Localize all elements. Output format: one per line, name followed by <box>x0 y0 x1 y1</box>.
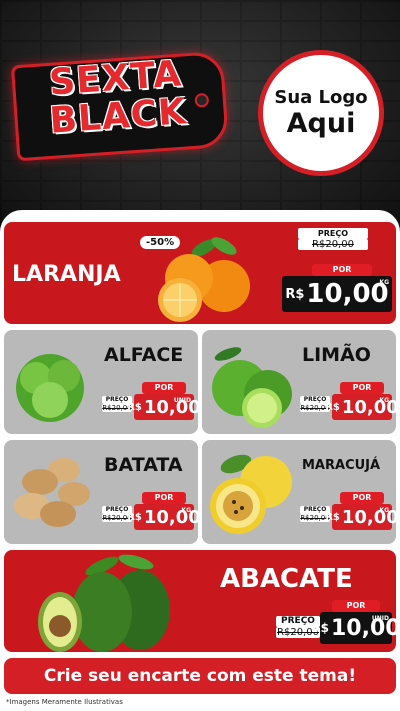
por-label: POR <box>142 382 186 394</box>
product-name-alface: ALFACE <box>104 344 184 366</box>
por-label: POR <box>312 264 372 276</box>
price-new-batata: POR R$ 10,00 KG <box>127 492 198 530</box>
currency: R$ <box>325 401 340 413</box>
new-price: R$ 10,00 KG <box>282 276 392 312</box>
product-card-batata: BATATA PREÇO R$20,00 POR R$ 10,00 KG <box>4 440 198 544</box>
price-new-laranja: POR R$ 10,00 KG <box>282 264 392 312</box>
passion-fruit-image <box>210 454 292 534</box>
currency: R$ <box>127 401 142 413</box>
unit: KG <box>379 279 389 286</box>
currency: R$ <box>311 621 329 635</box>
por-label: POR <box>340 492 384 504</box>
old-price: R$20,00 <box>298 239 368 250</box>
logo-placeholder: Sua Logo Aqui <box>258 50 384 176</box>
currency: R$ <box>127 511 142 523</box>
product-card-alface: ALFACE PREÇO R$20,00 POR R$ 10,00 UNID <box>4 330 198 434</box>
product-name-limao: LIMÃO <box>302 344 371 366</box>
promo-title: SEXTA BLACK <box>20 53 215 142</box>
new-price: R$ 10,00 UNID <box>311 612 396 644</box>
por-label: POR <box>340 382 384 394</box>
product-card-laranja: LARANJA -50% PREÇO R$20,00 POR R$ 10,00 … <box>4 222 396 324</box>
product-name-batata: BATATA <box>104 454 183 476</box>
unit: KG <box>181 507 191 514</box>
potato-image <box>14 458 90 527</box>
new-price: R$ 10,00 KG <box>325 504 396 530</box>
preco-label: PREÇO <box>298 228 368 239</box>
product-card-abacate: ABACATE PREÇO R$20,00 POR R$ 10,00 UNID <box>4 550 396 652</box>
por-label: POR <box>142 492 186 504</box>
avocado-image <box>38 554 170 652</box>
product-card-limao: LIMÃO PREÇO R$20,00 POR R$ 10,00 KG <box>202 330 396 434</box>
product-card-maracuja: MARACUJÁ PREÇO R$20,00 POR R$ 10,00 KG <box>202 440 396 544</box>
product-name-maracuja: MARACUJÁ <box>302 458 381 473</box>
lime-image <box>212 347 292 428</box>
price-new-alface: POR R$ 10,00 UNID <box>127 382 198 420</box>
unit: UNID <box>173 397 191 404</box>
price-new-maracuja: POR R$ 10,00 KG <box>325 492 396 530</box>
price-old-laranja: PREÇO R$20,00 <box>298 228 368 250</box>
lettuce-image <box>16 354 84 422</box>
currency: R$ <box>285 286 305 302</box>
price-value: 10,00 <box>306 279 389 309</box>
new-price: R$ 10,00 KG <box>325 394 396 420</box>
currency: R$ <box>325 511 340 523</box>
unit: KG <box>379 397 389 404</box>
price-new-limao: POR R$ 10,00 KG <box>325 382 396 420</box>
cta-banner[interactable]: Crie seu encarte com este tema! <box>4 658 396 694</box>
orange-image <box>158 237 250 322</box>
por-label: POR <box>332 600 380 612</box>
logo-line2: Aqui <box>286 108 356 139</box>
new-price: R$ 10,00 KG <box>127 504 198 530</box>
logo-line1: Sua Logo <box>274 87 368 108</box>
product-name-laranja: LARANJA <box>12 262 121 287</box>
footnote: *Imagens Meramente Ilustrativas <box>6 698 123 706</box>
new-price: R$ 10,00 UNID <box>127 394 198 420</box>
unit: UNID <box>371 615 389 622</box>
price-new-abacate: POR R$ 10,00 UNID <box>311 600 396 644</box>
unit: KG <box>379 507 389 514</box>
product-name-abacate: ABACATE <box>220 564 353 594</box>
